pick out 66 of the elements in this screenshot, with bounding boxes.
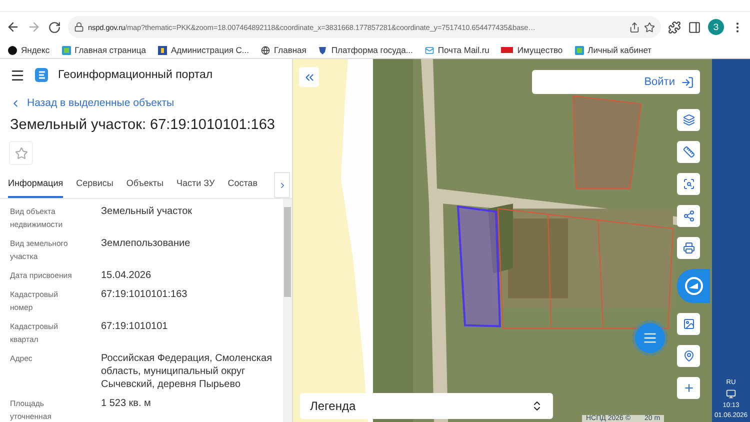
yandex-icon xyxy=(8,46,17,54)
basemap-button[interactable] xyxy=(677,313,700,335)
portal-title: Геоинформационный портал xyxy=(58,69,213,81)
emblem-icon xyxy=(318,46,328,54)
login-icon xyxy=(681,76,694,88)
back-button[interactable] xyxy=(6,20,20,34)
lock-icon xyxy=(74,22,84,32)
legend-dropdown[interactable]: Легенда xyxy=(300,393,553,419)
site-icon xyxy=(574,46,584,54)
share-icon xyxy=(682,210,694,222)
tree-cluster xyxy=(488,204,513,274)
portal-logo-icon xyxy=(35,68,48,82)
site-icon xyxy=(62,46,71,54)
up-down-chevron-icon xyxy=(531,400,543,412)
tab[interactable]: Состав xyxy=(228,172,258,198)
bookmark-star-icon[interactable] xyxy=(644,22,655,32)
picture-icon xyxy=(682,318,694,330)
field-value: 67:19:1010101 xyxy=(101,320,169,334)
rgs-logo-icon xyxy=(501,47,514,53)
globe-icon xyxy=(261,46,270,54)
extensions-icon[interactable] xyxy=(668,20,681,34)
bookmark-link[interactable]: Яндекс xyxy=(8,45,50,55)
side-panel-icon[interactable] xyxy=(688,20,701,34)
profile-avatar[interactable]: З xyxy=(708,19,724,35)
scrollbar[interactable] xyxy=(283,199,292,422)
layers-icon xyxy=(682,114,694,126)
tab[interactable]: Информация xyxy=(8,172,64,198)
share-button[interactable] xyxy=(677,205,700,227)
bookmark-link[interactable]: Главная страница xyxy=(62,45,146,55)
print-button[interactable] xyxy=(677,237,700,259)
field-value: 67:19:1010101:163 xyxy=(101,288,188,302)
assistant-button[interactable] xyxy=(677,269,710,303)
reload-button[interactable] xyxy=(48,20,61,34)
bookmark-link[interactable]: Главная xyxy=(261,45,306,55)
measure-button[interactable] xyxy=(677,141,700,163)
tab[interactable]: Объекты xyxy=(126,172,164,198)
collapse-panel-button[interactable] xyxy=(299,67,319,87)
login-button[interactable]: Войти xyxy=(532,70,700,94)
mail-icon xyxy=(424,46,434,54)
chat-lines-icon xyxy=(643,331,657,345)
bookmark-link[interactable]: Почта Mail.ru xyxy=(424,45,490,55)
bookmark-link[interactable]: Администрация С... xyxy=(158,45,250,55)
field-value: 1 523 кв. м xyxy=(101,397,152,411)
zoom-in-button[interactable] xyxy=(677,377,700,399)
tab[interactable]: Сервисы xyxy=(76,172,114,198)
share-icon[interactable] xyxy=(629,22,640,32)
field-value: 15.04.2026 xyxy=(101,269,152,282)
zoom-in-icon xyxy=(682,382,694,394)
locate-button[interactable] xyxy=(677,345,700,367)
map-pin-icon xyxy=(682,350,694,362)
tab[interactable]: Части ЗУ xyxy=(176,172,215,198)
bookmark-link[interactable]: Имущество xyxy=(501,45,563,55)
area-select-button[interactable] xyxy=(677,173,700,195)
field-value: Земельный участок xyxy=(101,205,194,219)
ruler-icon xyxy=(682,146,694,158)
layers-button[interactable] xyxy=(677,109,700,131)
field-value: Землепользование xyxy=(101,237,192,251)
area-select-icon xyxy=(682,178,694,190)
crest-icon xyxy=(158,46,167,54)
bookmark-link[interactable]: Личный кабинет xyxy=(574,45,652,55)
menu-icon[interactable] xyxy=(10,68,25,82)
bookmark-link[interactable]: Платформа госуда... xyxy=(318,45,413,55)
printer-icon xyxy=(682,242,694,254)
field-value: Российская Федерация, Смоленская область, муниципальный округ Сычевский, деревня Пырьево xyxy=(101,352,273,391)
back-link[interactable]: Назад в выделенные объекты xyxy=(10,97,292,109)
object-heading: Земельный участок: 67:19:1010101:163 xyxy=(10,117,276,133)
